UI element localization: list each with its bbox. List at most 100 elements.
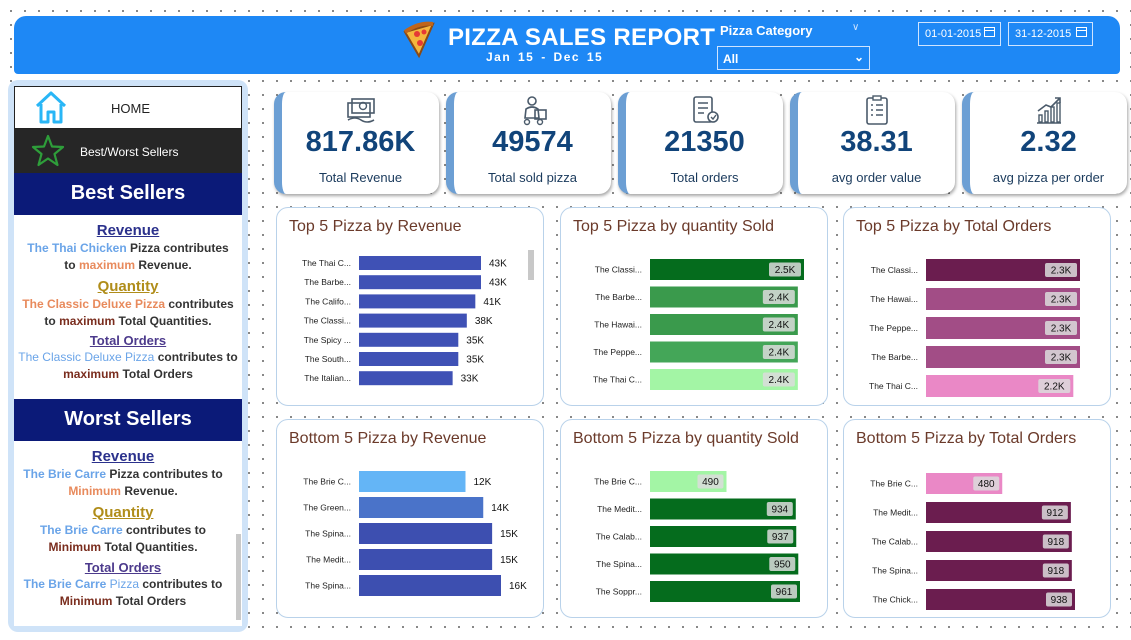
best-revenue-text: to [64,258,79,272]
home-nav-button[interactable]: HOME [14,86,242,129]
category-label: The Calab... [596,532,642,542]
category-label: The Brie C... [594,477,642,487]
category-label: The Classi... [595,265,642,275]
best-quantity-heading: Quantity [97,278,159,295]
best-revenue-pizza: The Thai Chicken [27,241,127,255]
worst-quantity-text: contributes to [122,523,207,537]
data-label: 950 [774,560,791,571]
data-label: 2.3K [1051,295,1072,306]
category-label: The Calab... [872,537,918,547]
bar [359,497,484,518]
worst-orders-emphasis: Minimum [59,594,113,608]
worst-orders-pizza-suffix: Pizza [106,577,140,591]
bar [359,523,493,544]
category-label: The Peppe... [593,347,642,357]
category-label: The Green... [303,503,351,513]
best-revenue-text: Pizza contributes [126,241,229,255]
data-label: 2.3K [1051,324,1072,335]
best-quantity-emphasis: maximum [59,314,116,328]
money-icon [346,98,375,123]
kpi-card-avg-pizza-per-order: 2.32 avg pizza per order [962,92,1127,194]
end-date-value: 31-12-2015 [1015,28,1072,40]
chevron-down-icon[interactable]: ∨ [852,22,859,33]
data-label: 2.4K [769,293,790,304]
total-revenue-label: Total Revenue [318,170,403,185]
chart-bottom5-orders: Bottom 5 Pizza by Total Orders The Brie … [843,419,1111,618]
best-quantity-block: Quantity The Classic Deluxe Pizza contri… [14,278,242,330]
best-orders-heading: Total Orders [89,333,167,348]
star-icon [31,134,65,167]
bar-chart-bottom5-quantity: The Brie C... 490 The Medit... 934 The Calab… [594,471,800,602]
data-label: 33K [461,374,479,385]
avg-pizza-per-order-label: avg pizza per order [992,170,1105,185]
total-orders-label: Total orders [670,170,739,185]
category-label: The Spina... [305,529,351,539]
data-label: 12K [474,477,492,488]
report-date-range: Jan 15 - Dec 15 [486,50,604,64]
worst-orders-text: Total Orders [112,594,187,608]
best-orders-block: Total Orders The Classic Deluxe Pizza co… [14,333,242,383]
data-label: 38K [475,316,493,327]
start-date-value: 01-01-2015 [925,28,982,40]
best-sellers-heading: Best Sellers [14,173,242,215]
best-revenue-text: Revenue. [135,258,192,272]
kpi-card-total-revenue: 817.86K Total Revenue [274,92,439,194]
data-label: 918 [1047,537,1064,548]
sidebar: HOME Best/Worst Sellers Best Sellers Rev… [8,80,248,632]
best-revenue-heading: Revenue [96,222,160,239]
start-date-input[interactable]: 01-01-2015 [918,22,1001,46]
worst-quantity-block: Quantity The Brie Carre contributes to M… [14,504,232,556]
kpi-card-total-sold-pizza: 49574 Total sold pizza [446,92,611,194]
category-label: The Spicy ... [304,335,351,345]
growth-chart-icon [1036,97,1061,124]
category-label: The Classi... [304,316,351,326]
category-label: The South... [305,354,351,364]
category-label: The Barbe... [595,292,642,302]
bar-chart-top5-revenue: The Thai C... 43K The Barbe... 43K The Calif… [302,256,507,386]
data-label: 43K [489,278,507,289]
bar [359,313,467,328]
data-label: 35K [466,335,484,346]
worst-sellers-heading: Worst Sellers [14,399,242,441]
data-label: 2.4K [769,375,790,386]
bar [359,294,476,309]
data-label: 480 [978,479,995,490]
best-worst-sellers-nav-button[interactable]: Best/Worst Sellers [14,129,242,173]
data-label: 2.4K [769,348,790,359]
chevron-down-icon: ⌄ [853,50,864,64]
category-label: The Hawai... [594,320,642,330]
calendar-icon[interactable] [984,27,995,37]
data-label: 934 [771,505,788,516]
end-date-input[interactable]: 31-12-2015 [1008,22,1093,46]
bar [359,471,466,492]
bar-chart-bottom5-orders: The Brie C... 480 The Medit... 912 The Calab… [870,473,1075,610]
data-label: 2.4K [769,320,790,331]
category-label: The Italian... [304,373,351,383]
sidebar-scrollbar[interactable] [236,534,241,620]
chart-bottom5-quantity: Bottom 5 Pizza by quantity Sold The Brie… [560,419,828,618]
best-quantity-text: to [44,314,60,328]
avg-pizza-per-order-value: 2.32 [1020,126,1077,158]
category-label: The Califo... [305,296,351,306]
best-orders-text: contributes to [154,350,238,364]
category-label: The Thai C... [302,258,351,268]
bar [359,575,501,596]
category-label: The Brie C... [303,477,351,487]
data-label: 2.3K [1051,353,1072,364]
bar-chart-bottom5-revenue: The Brie C... 12K The Green... 14K The Spina… [303,471,527,596]
category-label: The Medit... [597,504,642,514]
data-label: 43K [489,259,507,270]
calendar-icon[interactable] [1076,27,1087,37]
data-label: 961 [776,587,793,598]
worst-orders-heading: Total Orders [84,560,162,575]
bar [359,549,493,570]
category-filter-label: Pizza Category [720,23,813,38]
worst-orders-text: contributes to [139,577,223,591]
category-label: The Spina... [596,559,642,569]
best-orders-emphasis: maximum [63,367,120,381]
category-label: The Peppe... [869,323,918,333]
chart-scrollbar[interactable] [528,250,534,280]
category-dropdown[interactable]: All ⌄ [717,46,870,70]
data-label: 15K [500,529,518,540]
worst-quantity-emphasis: Minimum [48,540,102,554]
